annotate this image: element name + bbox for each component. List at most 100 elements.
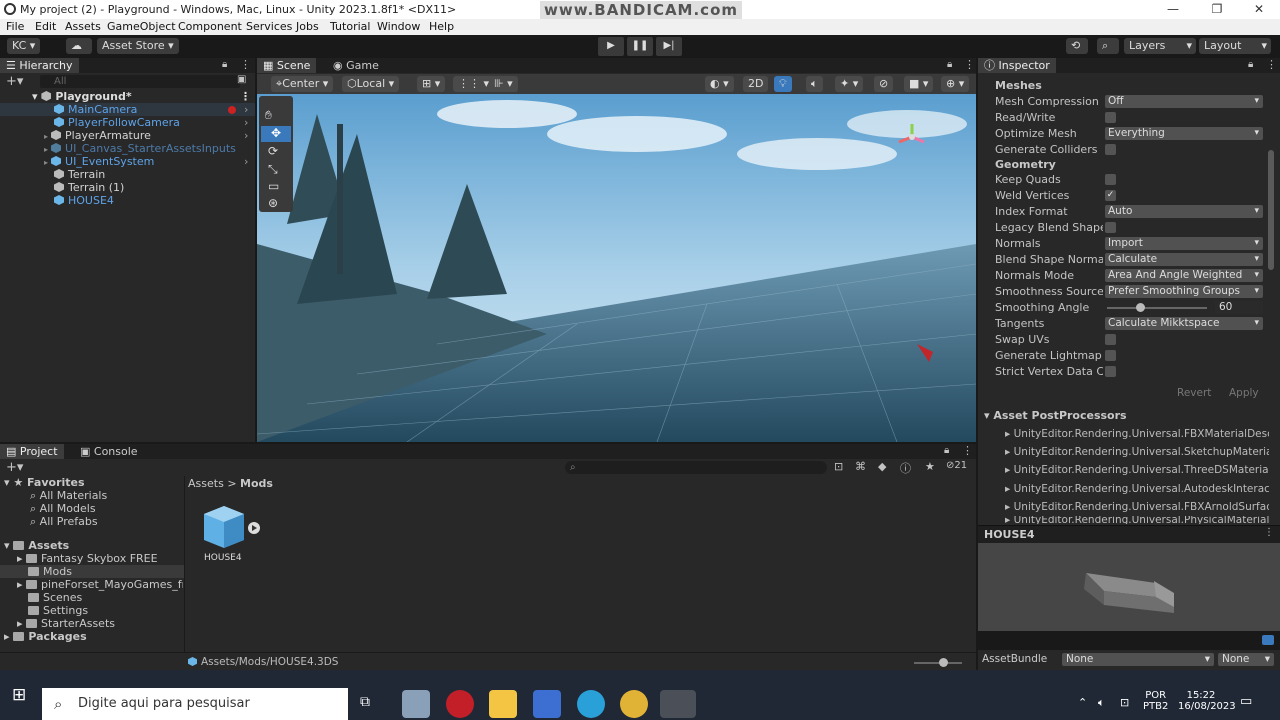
tag-icon[interactable]: ◆: [878, 460, 886, 473]
tab-hierarchy[interactable]: ☰ Hierarchy: [0, 58, 79, 73]
info-icon[interactable]: ⓘ: [900, 460, 911, 476]
minimize-button[interactable]: —: [1152, 0, 1194, 19]
lighting-icon[interactable]: 💡︎: [774, 76, 792, 92]
project-search-input[interactable]: ⌕: [565, 461, 827, 474]
menu-file[interactable]: File: [6, 20, 24, 33]
assetbundle-variant-dropdown[interactable]: None ▾: [1218, 653, 1274, 666]
network-icon[interactable]: ⊡: [1120, 696, 1129, 709]
transform-tool-icon[interactable]: ⊛: [268, 196, 278, 210]
rect-tool-icon[interactable]: ▭: [268, 179, 279, 193]
folder-item[interactable]: ▸ pineForset_MayoGames_free: [17, 578, 183, 591]
postprocessor-item[interactable]: ▸ UnityEditor.Rendering.Universal.Sketch…: [1005, 443, 1269, 461]
menu-component[interactable]: Component: [178, 20, 242, 33]
toggle-2d-button[interactable]: 2D: [743, 76, 769, 92]
unity-taskbar-icon[interactable]: [660, 690, 696, 718]
inspector-scrollbar[interactable]: [1268, 150, 1274, 270]
hierarchy-item[interactable]: HOUSE4: [0, 194, 255, 207]
edge-icon[interactable]: [577, 690, 605, 718]
folder-item[interactable]: ▸ Fantasy Skybox FREE: [17, 552, 183, 565]
preview-header[interactable]: HOUSE4 ⋮: [978, 525, 1280, 543]
tab-scene[interactable]: ▦ Scene: [257, 58, 317, 73]
assetbundle-dropdown[interactable]: None ▾: [1062, 653, 1214, 666]
normals-dropdown[interactable]: Import: [1105, 237, 1263, 250]
expand-icon[interactable]: ▸: [44, 132, 48, 141]
hidden-objects-icon[interactable]: ⊘: [874, 76, 894, 92]
fav-item[interactable]: ⌕ All Models: [30, 502, 96, 515]
history-icon[interactable]: ⟲: [1066, 38, 1088, 54]
store-icon[interactable]: [533, 690, 561, 718]
fav-item[interactable]: ⌕ All Prefabs: [30, 515, 98, 528]
asset-store-button[interactable]: Asset Store ▾: [97, 38, 179, 54]
assets-root[interactable]: ▾ Assets: [4, 539, 69, 552]
more-icon[interactable]: ⋮: [240, 90, 251, 103]
expand-icon[interactable]: ▸: [44, 145, 48, 154]
menu-help[interactable]: Help: [429, 20, 454, 33]
hierarchy-item[interactable]: Terrain (1): [0, 181, 255, 194]
effects-icon[interactable]: ✦ ▾: [835, 76, 864, 92]
scene-root[interactable]: ▾ Playground* ⋮: [0, 90, 255, 103]
hand-tool-icon[interactable]: ✋︎: [265, 108, 272, 123]
increment-snap-icon[interactable]: ⊪ ▾: [489, 76, 518, 92]
layout-dropdown[interactable]: Layout ▾: [1199, 38, 1271, 54]
scene-gizmo-icon[interactable]: [897, 122, 927, 152]
clock[interactable]: 15:22 16/08/2023: [1178, 690, 1236, 712]
play-icon[interactable]: ▶: [598, 37, 624, 56]
apply-button[interactable]: Apply: [1229, 387, 1259, 399]
mesh-preview[interactable]: [978, 543, 1280, 645]
lock-icon[interactable]: 🔒︎: [1248, 59, 1253, 70]
optimize-mesh-dropdown[interactable]: Everything: [1105, 127, 1263, 140]
breadcrumb-assets[interactable]: Assets: [188, 477, 224, 490]
pivot-dropdown[interactable]: ⌖Center ▾: [271, 76, 334, 92]
favorite-icon[interactable]: ★: [925, 460, 935, 473]
smoothing-angle-input[interactable]: 60: [1215, 301, 1263, 314]
file-manager-icon[interactable]: [402, 690, 430, 718]
label-tag-icon[interactable]: [1262, 635, 1274, 645]
cloud-icon[interactable]: ☁: [66, 38, 92, 54]
asset-tile[interactable]: HOUSE4: [200, 502, 262, 566]
explorer-icon[interactable]: [489, 690, 517, 718]
lock-icon[interactable]: 🔒︎: [944, 445, 949, 456]
more-icon[interactable]: ⋮: [964, 58, 975, 71]
taskbar-search-input[interactable]: ⌕ Digite aqui para pesquisar: [42, 688, 348, 720]
more-icon[interactable]: ⋮: [962, 444, 973, 457]
grid-snap-icon[interactable]: ⊞ ▾: [417, 76, 446, 92]
bandicam-icon[interactable]: [446, 690, 474, 718]
space-dropdown[interactable]: ⬡Local ▾: [342, 76, 400, 92]
camera-icon[interactable]: ■ ▾: [904, 76, 934, 92]
more-icon[interactable]: ⋮: [1264, 527, 1274, 538]
folder-item[interactable]: Scenes: [28, 591, 82, 604]
hierarchy-item[interactable]: Terrain: [0, 168, 255, 181]
slider-knob[interactable]: [1136, 303, 1145, 312]
pause-icon[interactable]: ❚❚: [627, 37, 653, 56]
normals-mode-dropdown[interactable]: Area And Angle Weighted: [1105, 269, 1263, 282]
postprocessor-item[interactable]: ▸ UnityEditor.Rendering.Universal.Physic…: [1005, 516, 1269, 524]
more-icon[interactable]: ⋮: [240, 58, 251, 71]
generate-colliders-checkbox[interactable]: [1105, 144, 1116, 155]
scale-tool-icon[interactable]: ⤡: [268, 162, 278, 177]
favorites-header[interactable]: ▾ ★ Favorites: [4, 476, 85, 489]
maximize-button[interactable]: ❐: [1196, 0, 1238, 19]
postprocessors-header[interactable]: ▾ Asset PostProcessors: [984, 409, 1127, 422]
hierarchy-search-input[interactable]: All: [40, 75, 240, 88]
search-by-type-icon[interactable]: ⊡: [834, 460, 843, 473]
mesh-compression-dropdown[interactable]: Off: [1105, 95, 1263, 108]
menu-services[interactable]: Services: [246, 20, 292, 33]
hierarchy-item[interactable]: ▸ UI_EventSystem ›: [0, 155, 255, 168]
windows-start-icon[interactable]: ⊞: [12, 685, 26, 705]
notification-icon[interactable]: ▭: [1240, 694, 1252, 709]
close-button[interactable]: ✕: [1238, 0, 1280, 19]
postprocessor-item[interactable]: ▸ UnityEditor.Rendering.Universal.FBXArn…: [1005, 498, 1269, 516]
smoothness-source-dropdown[interactable]: Prefer Smoothing Groups: [1105, 285, 1263, 298]
move-tool-icon[interactable]: ✥: [261, 126, 291, 142]
packages-root[interactable]: ▸ Packages: [4, 630, 87, 643]
search-icon[interactable]: ⌕: [1097, 38, 1119, 54]
revert-button[interactable]: Revert: [1177, 387, 1211, 399]
folder-item[interactable]: Settings: [28, 604, 88, 617]
keep-quads-checkbox[interactable]: [1105, 174, 1116, 185]
volume-icon[interactable]: 🔈︎: [1098, 696, 1105, 710]
scene-viewport[interactable]: ✋︎ ✥ ⟳ ⤡ ▭ ⊛: [257, 94, 976, 442]
generate-lightmap-checkbox[interactable]: [1105, 350, 1116, 361]
fav-item[interactable]: ⌕ All Materials: [30, 489, 107, 502]
menu-assets[interactable]: Assets: [65, 20, 101, 33]
postprocessor-item[interactable]: ▸ UnityEditor.Rendering.Universal.FBXMat…: [1005, 425, 1269, 443]
